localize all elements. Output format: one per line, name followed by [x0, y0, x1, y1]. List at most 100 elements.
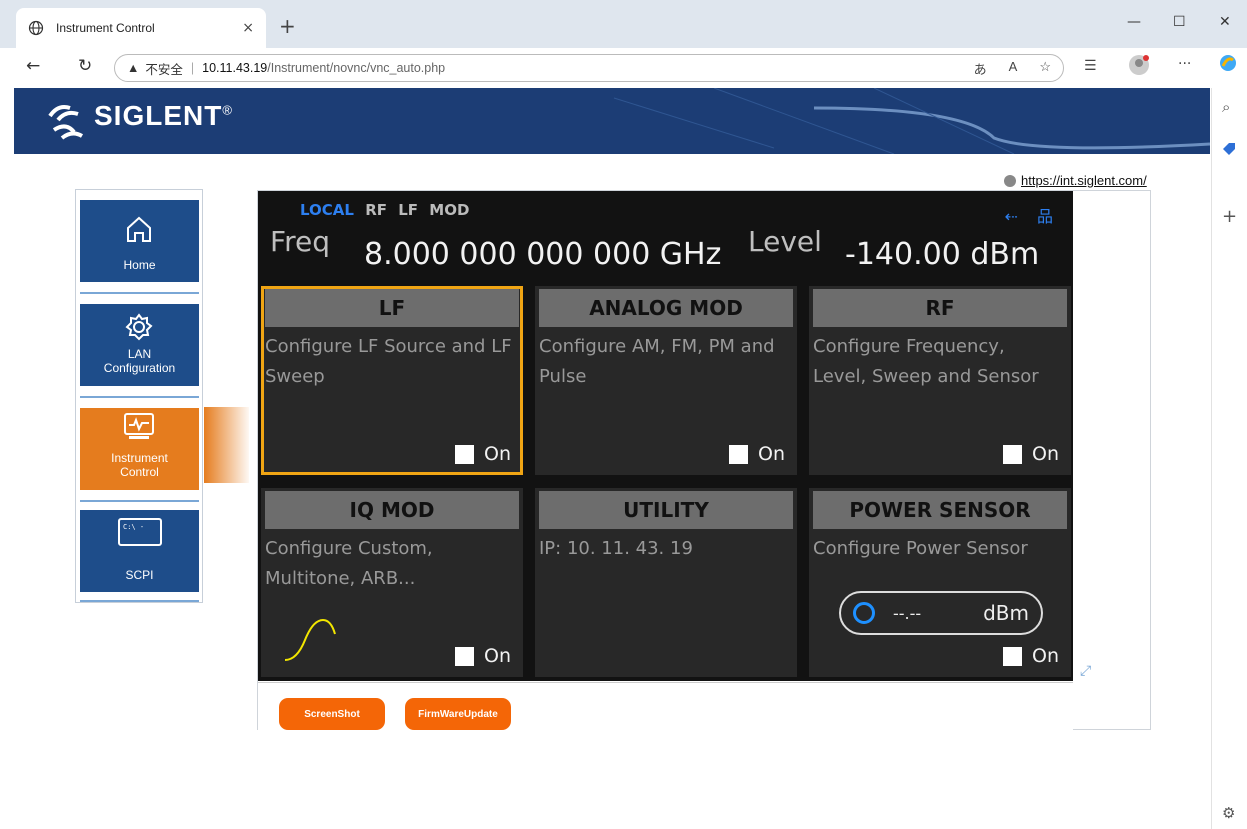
brand-name: SIGLENT® [94, 100, 233, 132]
tile-rf-title: RF [813, 289, 1067, 327]
new-tab-button[interactable]: + [279, 14, 296, 38]
settings-icon[interactable]: ⚙ [1222, 804, 1235, 822]
monitor-icon [124, 413, 154, 439]
brand-mark: ® [222, 102, 233, 118]
maximize-icon[interactable]: ☐ [1173, 14, 1186, 30]
address-toolbar: ← ↻ ▲ 不安全 | 10.11.43.19/Instrument/novnc… [0, 48, 1247, 88]
translate-icon[interactable]: あ [974, 59, 987, 78]
window-close-icon[interactable]: ✕ [1219, 14, 1231, 30]
vnc-screen[interactable]: LOCAL RF LF MOD ⇠ 品 Freq 8.000 000 000 0… [258, 191, 1073, 681]
tile-analog-mod-toggle[interactable]: On [729, 443, 785, 465]
copilot-icon[interactable] [1219, 54, 1237, 76]
tile-utility[interactable]: UTILITY IP: 10. 11. 43. 19 [535, 488, 797, 677]
tile-power-sensor-checkbox[interactable] [1003, 646, 1022, 666]
minimize-icon[interactable]: — [1127, 14, 1141, 30]
tile-analog-mod-desc: Configure AM, FM, PM and Pulse [539, 336, 775, 387]
refresh-icon[interactable]: ↻ [78, 56, 92, 76]
nav-divider [80, 500, 199, 502]
tile-lf-on-label: On [484, 443, 511, 465]
more-icon[interactable]: ··· [1178, 56, 1191, 72]
browser-right-sidebar: ⌕ + ⚙ [1211, 88, 1247, 829]
tile-lf[interactable]: LF Configure LF Source and LF Sweep On [261, 286, 523, 475]
tile-power-sensor-on-label: On [1032, 645, 1059, 667]
profile-icon[interactable] [1128, 54, 1150, 80]
favorites-icon[interactable]: ☰ [1084, 58, 1097, 74]
nav-instrument-control[interactable]: Instrument Control [80, 408, 199, 490]
level-label: Level [748, 225, 822, 258]
address-host: 10.11.43.19 [202, 61, 268, 75]
tile-iq-mod-title: IQ MOD [265, 491, 519, 529]
tile-rf-checkbox[interactable] [1003, 444, 1022, 464]
level-value[interactable]: -140.00 dBm [845, 237, 1039, 272]
shopping-tag-icon[interactable] [1222, 142, 1236, 160]
tile-analog-mod[interactable]: ANALOG MOD Configure AM, FM, PM and Puls… [535, 286, 797, 475]
power-sensor-reading[interactable]: --.-- dBm [839, 591, 1043, 635]
status-local: LOCAL [300, 201, 354, 219]
terminal-icon: C:\ - [118, 518, 162, 546]
favorite-icon[interactable]: ☆ [1039, 59, 1051, 78]
screenshot-button[interactable]: ScreenShot [279, 698, 385, 730]
nav-divider [80, 600, 199, 602]
address-separator: | [190, 61, 195, 75]
nav-instrument-label-1: Instrument [111, 451, 168, 465]
tile-rf[interactable]: RF Configure Frequency, Level, Sweep and… [809, 286, 1071, 475]
tile-power-sensor-title: POWER SENSOR [813, 491, 1067, 529]
tile-power-sensor[interactable]: POWER SENSOR Configure Power Sensor --.-… [809, 488, 1071, 677]
nav-lan-configuration[interactable]: LAN Configuration [80, 304, 199, 386]
nav-divider [80, 292, 199, 294]
page: SIGLENT® https://int.siglent.com/ Home L… [14, 88, 1210, 829]
tile-iq-mod-checkbox[interactable] [455, 646, 474, 666]
instrument-panel: LOCAL RF LF MOD ⇠ 品 Freq 8.000 000 000 0… [257, 190, 1151, 730]
nav-home-label: Home [123, 258, 156, 272]
nav-lan-label-1: LAN [127, 347, 152, 361]
sensor-status-icon [853, 602, 875, 624]
add-icon[interactable]: + [1222, 206, 1237, 227]
address-actions: あ A ☆ [974, 59, 1051, 78]
tile-utility-title: UTILITY [539, 491, 793, 529]
tile-iq-mod[interactable]: IQ MOD Configure Custom, Multitone, ARB.… [261, 488, 523, 677]
gear-icon [125, 313, 153, 341]
sensor-reading-unit: dBm [983, 601, 1029, 625]
nav-lan-label-2: Configuration [103, 361, 176, 375]
tile-power-sensor-toggle[interactable]: On [1003, 645, 1059, 667]
tile-rf-toggle[interactable]: On [1003, 443, 1059, 465]
siglent-logo-icon [48, 105, 84, 140]
tile-lf-desc: Configure LF Source and LF Sweep [265, 336, 512, 387]
warning-icon: ▲ [127, 61, 140, 75]
tab-close-icon[interactable]: × [242, 20, 254, 36]
tile-lf-toggle[interactable]: On [455, 443, 511, 465]
nav-scpi[interactable]: C:\ - SCPI [80, 510, 199, 592]
status-bar: LOCAL RF LF MOD [300, 201, 469, 219]
nav-instrument-label-2: Control [120, 465, 159, 479]
tile-power-sensor-desc: Configure Power Sensor [813, 538, 1028, 559]
status-mod: MOD [429, 201, 470, 219]
tile-lf-checkbox[interactable] [455, 444, 474, 464]
freq-label: Freq [270, 225, 330, 258]
left-nav: Home LAN Configuration Instrument Contro… [75, 189, 203, 603]
site-link: https://int.siglent.com/ [1004, 173, 1147, 188]
firmware-update-button[interactable]: FirmWareUpdate [405, 698, 511, 730]
action-bar: ScreenShot FirmWareUpdate [258, 682, 1073, 730]
tile-analog-mod-checkbox[interactable] [729, 444, 748, 464]
nav-active-pointer [204, 407, 249, 483]
browser-tab[interactable]: Instrument Control × [16, 8, 266, 48]
tile-iq-mod-toggle[interactable]: On [455, 645, 511, 667]
sine-wave-icon [284, 618, 336, 661]
tile-rf-on-label: On [1032, 443, 1059, 465]
siglent-link[interactable]: https://int.siglent.com/ [1021, 173, 1147, 188]
address-path: /Instrument/novnc/vnc_auto.php [267, 61, 446, 75]
usb-icon: ⇠ [1004, 207, 1018, 226]
sensor-reading-value: --.-- [893, 603, 922, 623]
search-icon[interactable]: ⌕ [1222, 98, 1230, 116]
tile-lf-title: LF [265, 289, 519, 327]
read-aloud-icon[interactable]: A [1009, 59, 1018, 78]
nav-home[interactable]: Home [80, 200, 199, 282]
freq-value[interactable]: 8.000 000 000 000 GHz [364, 237, 721, 272]
address-bar[interactable]: ▲ 不安全 | 10.11.43.19/Instrument/novnc/vnc… [114, 54, 1064, 82]
back-icon[interactable]: ← [26, 56, 40, 76]
status-lf: LF [398, 201, 419, 219]
browser-tab-strip: Instrument Control × + — ☐ ✕ [0, 0, 1247, 48]
fullscreen-icon[interactable]: ⤢ [1080, 663, 1091, 679]
insecure-label[interactable]: 不安全 [145, 59, 183, 78]
tile-iq-mod-desc: Configure Custom, Multitone, ARB... [265, 538, 433, 589]
